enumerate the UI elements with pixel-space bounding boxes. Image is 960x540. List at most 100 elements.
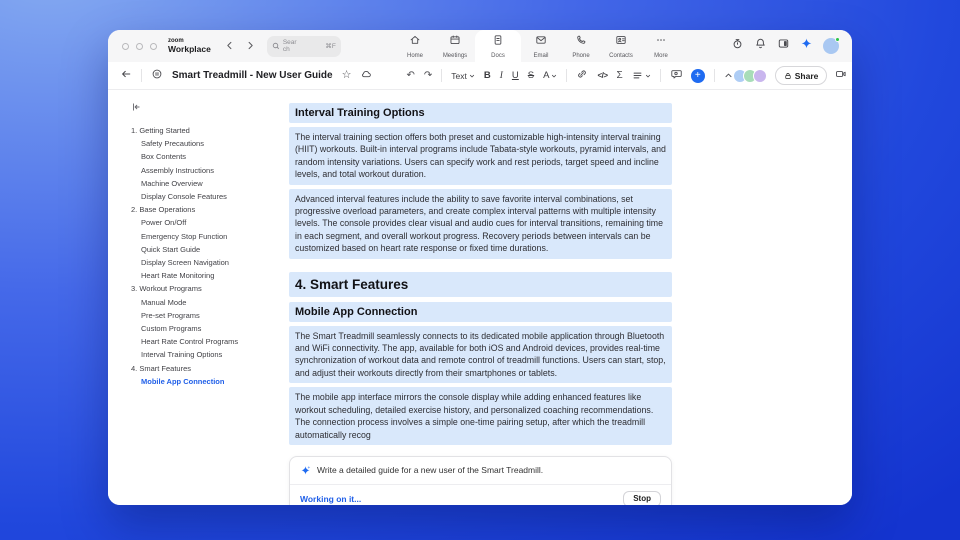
comment-icon[interactable] — [670, 67, 682, 85]
video-camera-icon[interactable] — [835, 67, 847, 85]
tab-home[interactable]: Home — [395, 30, 435, 62]
toc-item[interactable]: Heart Rate Control Programs — [131, 335, 283, 348]
toc-item[interactable]: Box Contents — [131, 150, 283, 163]
tab-more[interactable]: More — [641, 30, 681, 62]
stop-button[interactable]: Stop — [623, 490, 661, 505]
tab-email[interactable]: Email — [521, 30, 561, 62]
toc-item[interactable]: Heart Rate Monitoring — [131, 269, 283, 282]
docs-home-icon[interactable] — [151, 67, 163, 85]
document-body: Interval Training Options The interval tr… — [289, 103, 672, 505]
toc-item[interactable]: Display Screen Navigation — [131, 256, 283, 269]
toc-item[interactable]: Power On/Off — [131, 216, 283, 229]
list-format-dropdown[interactable] — [632, 70, 651, 81]
history-nav — [225, 37, 255, 55]
traffic-light-minimize[interactable] — [136, 42, 143, 50]
search-shortcut: ⌘F — [325, 43, 336, 50]
user-avatar[interactable] — [823, 37, 840, 54]
ai-companion-sparkle-icon[interactable] — [800, 37, 813, 55]
clock-icon[interactable] — [731, 37, 744, 55]
traffic-light-close[interactable] — [122, 42, 129, 50]
app-tabs: Home Meetings Docs Email Phone Contacts … — [395, 30, 681, 62]
divider — [441, 69, 443, 82]
toc-item[interactable]: Display Console Features — [131, 190, 283, 203]
ai-companion-panel: Write a detailed guide for a new user of… — [289, 455, 672, 505]
doc-block-p[interactable]: The Smart Treadmill seamlessly connects … — [289, 325, 672, 384]
toc-item[interactable]: Emergency Stop Function — [131, 230, 283, 243]
doc-content-area: 1. Getting Started Safety Precautions Box … — [108, 90, 852, 505]
toc-item[interactable]: Pre-set Programs — [131, 309, 283, 322]
email-icon — [535, 33, 547, 51]
italic-button[interactable]: I — [500, 71, 503, 81]
toc-item[interactable]: Mobile App Connection — [131, 375, 283, 388]
meetings-icon — [449, 33, 461, 51]
text-style-dropdown[interactable]: Text — [451, 71, 475, 81]
toc-item[interactable]: Quick Start Guide — [131, 243, 283, 256]
link-icon[interactable] — [576, 67, 588, 85]
traffic-lights — [122, 42, 157, 50]
divider — [713, 69, 715, 82]
doc-block-h1[interactable]: 4. Smart Features — [289, 271, 672, 297]
traffic-light-maximize[interactable] — [150, 42, 157, 50]
toc-item[interactable]: Custom Programs — [131, 322, 283, 335]
redo-button[interactable]: ↷ — [424, 70, 432, 81]
collaborator-avatars[interactable] — [732, 68, 767, 83]
doc-block-p[interactable]: The interval training section offers bot… — [289, 127, 672, 185]
toc-item[interactable]: 4. Smart Features — [131, 362, 283, 375]
tab-meetings[interactable]: Meetings — [435, 30, 475, 62]
toc-item[interactable]: 1. Getting Started — [131, 124, 283, 137]
top-bar: zoom Workplace Search ⌘F Home Meetings D… — [108, 30, 852, 62]
ai-status-text: Working on it... — [300, 493, 362, 504]
toc-item[interactable]: Machine Overview — [131, 177, 283, 190]
toc-item[interactable]: 2. Base Operations — [131, 203, 283, 216]
doc-block-h2[interactable]: Interval Training Options — [289, 103, 672, 123]
outline-sidebar: 1. Getting Started Safety Precautions Box … — [131, 99, 283, 388]
search-input[interactable]: Search ⌘F — [266, 35, 341, 57]
share-button[interactable]: Share — [774, 66, 828, 85]
toc-item[interactable]: Manual Mode — [131, 296, 283, 309]
search-icon — [272, 37, 280, 55]
collapse-toolbar-chevron-icon[interactable] — [724, 67, 733, 85]
divider — [659, 69, 661, 82]
toc-item[interactable]: Safety Precautions — [131, 137, 283, 150]
tab-contacts[interactable]: Contacts — [601, 30, 641, 62]
underline-button[interactable]: U — [512, 70, 519, 81]
tab-phone[interactable]: Phone — [561, 30, 601, 62]
zoom-workplace-logo: zoom Workplace — [168, 38, 211, 55]
favorite-star-icon[interactable]: ☆ — [342, 70, 352, 81]
bold-button[interactable]: B — [484, 70, 491, 81]
back-button[interactable] — [120, 67, 132, 85]
toc-item[interactable]: 3. Workout Programs — [131, 282, 283, 295]
code-icon[interactable]: </> — [597, 71, 608, 80]
cloud-saved-icon — [360, 67, 372, 85]
divider — [141, 69, 142, 82]
phone-icon — [575, 33, 587, 51]
collapse-sidebar-icon[interactable] — [131, 99, 141, 117]
ai-sparkle-icon — [301, 465, 311, 475]
docs-icon — [492, 33, 504, 51]
nav-forward-icon[interactable] — [246, 37, 255, 55]
text-color-dropdown[interactable]: A — [543, 70, 557, 81]
toc-item[interactable]: Interval Training Options — [131, 348, 283, 361]
side-panel-icon[interactable] — [777, 37, 790, 55]
insert-plus-button[interactable]: + — [690, 68, 705, 83]
nav-back-icon[interactable] — [225, 37, 234, 55]
doc-block-p[interactable]: The mobile app interface mirrors the con… — [289, 387, 672, 445]
search-placeholder: Search — [282, 39, 297, 53]
contacts-icon — [615, 33, 627, 51]
tab-docs[interactable]: Docs — [475, 30, 521, 62]
formula-sigma-icon[interactable]: Σ — [617, 70, 623, 81]
strikethrough-button[interactable]: S — [528, 70, 534, 81]
notifications-bell-icon[interactable] — [754, 37, 767, 55]
outline-items: 1. Getting Started Safety Precautions Box … — [131, 124, 283, 388]
undo-button[interactable]: ↶ — [406, 70, 414, 81]
toc-item[interactable]: Assembly Instructions — [131, 164, 283, 177]
app-window: zoom Workplace Search ⌘F Home Meetings D… — [108, 30, 852, 505]
doc-block-h2[interactable]: Mobile App Connection — [289, 301, 672, 322]
doc-title[interactable]: Smart Treadmill - New User Guide — [172, 70, 333, 81]
doc-block-p[interactable]: Advanced interval features include the a… — [289, 188, 672, 259]
more-icon — [655, 33, 667, 51]
ai-prompt-text: Write a detailed guide for a new user of… — [317, 465, 544, 476]
doc-toolbar: Smart Treadmill - New User Guide ☆ ↶ ↷ T… — [108, 62, 852, 90]
presence-dot — [835, 37, 840, 42]
collaborator-avatar — [752, 68, 767, 83]
